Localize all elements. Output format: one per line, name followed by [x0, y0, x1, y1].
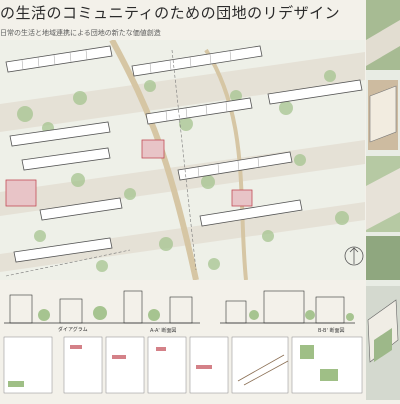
section-label-a: A-A' 断面図 — [150, 328, 177, 334]
poster-subtitle: 日常の生活と地域連携による団地の新たな価値創造 — [0, 29, 161, 37]
site-plan — [0, 40, 365, 280]
section-label-b: B-B' 断面図 — [318, 328, 345, 334]
diagram-title: ダイアグラム — [58, 327, 88, 333]
side-views — [366, 0, 400, 400]
bottom-panels: A-A' 断面図 B-B' 断面図 ダイアグラム — [0, 285, 365, 400]
poster-title: の生活のコミュニティのための団地のリデザイン — [0, 4, 341, 22]
